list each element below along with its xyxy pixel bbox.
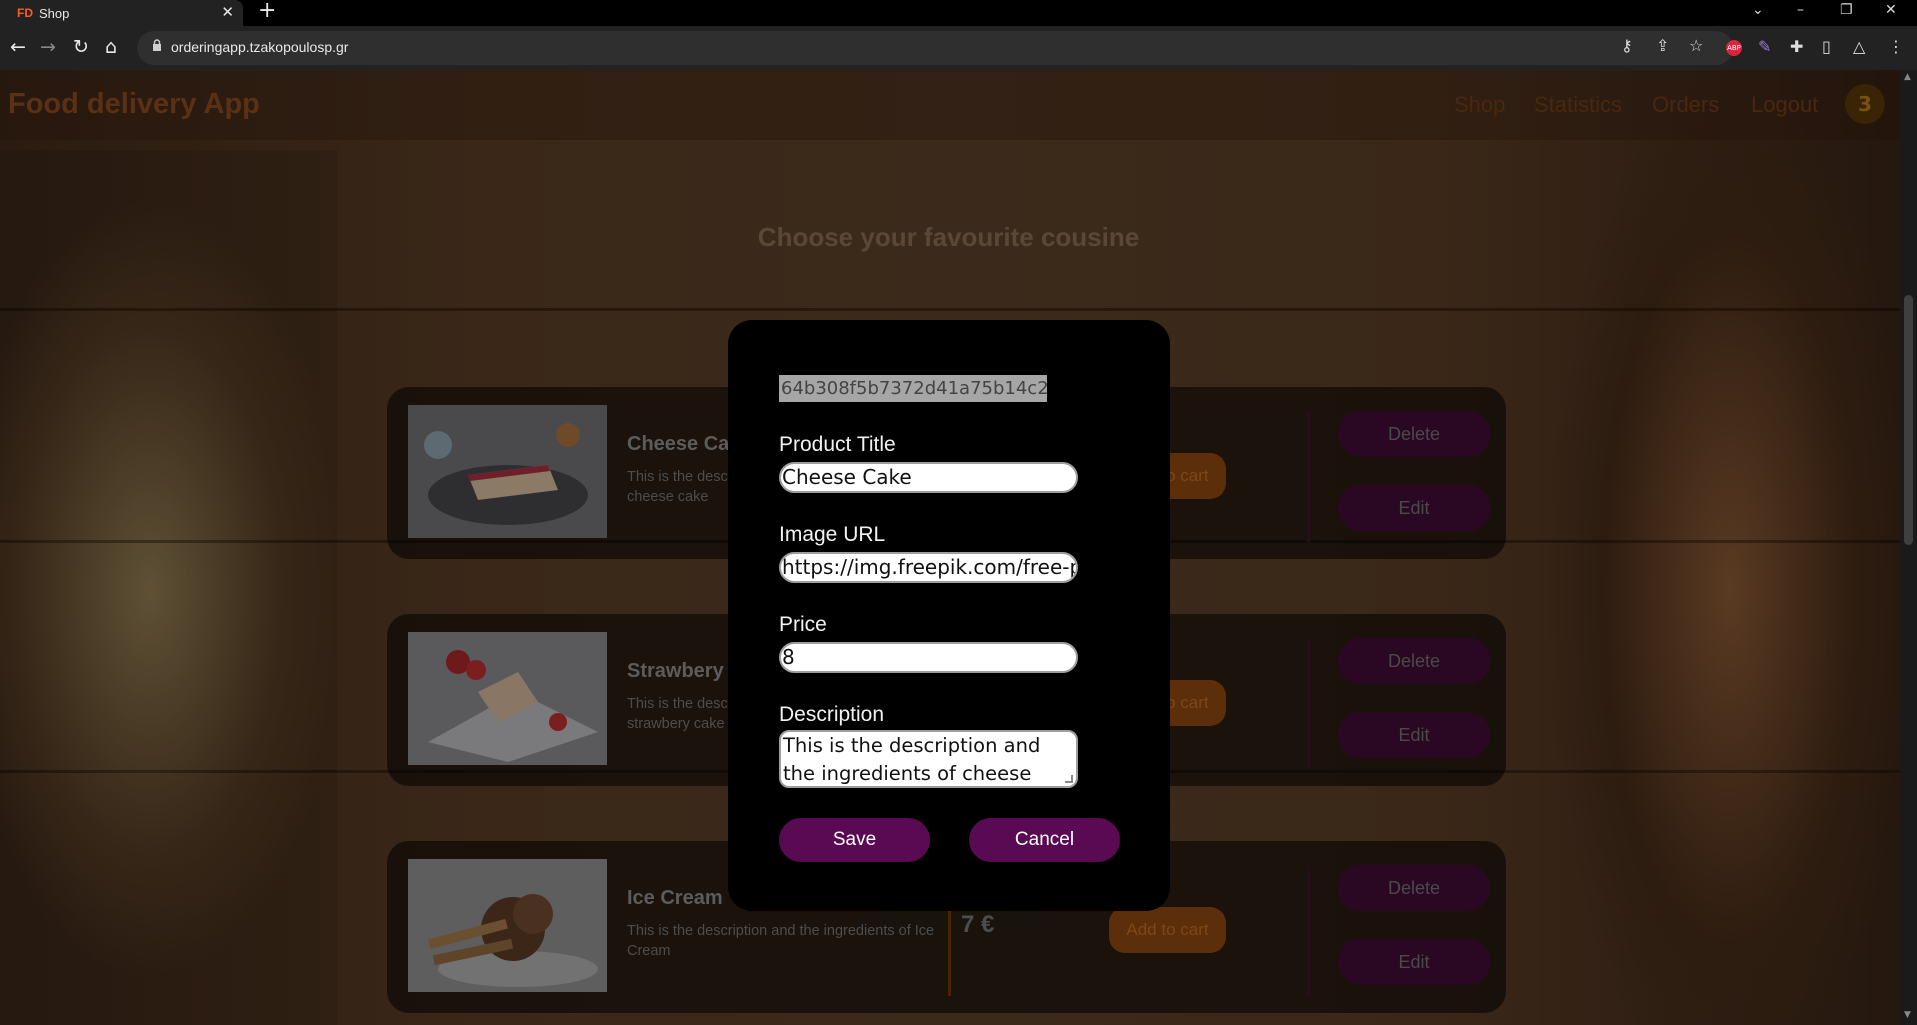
delete-button[interactable]: Delete [1338, 865, 1490, 911]
card-divider [1307, 412, 1310, 542]
save-button[interactable]: Save [779, 818, 930, 862]
scroll-thumb[interactable] [1904, 295, 1913, 545]
home-icon[interactable]: ⌂ [105, 36, 117, 58]
page-scrollbar[interactable]: ▲ ▼ [1900, 70, 1917, 1025]
description-label: Description [779, 703, 885, 726]
card-divider [1307, 866, 1310, 996]
new-tab-button[interactable]: + [258, 0, 276, 22]
left-food-image [0, 150, 337, 1025]
page-background: Food delivery App Shop Statistics Orders… [0, 70, 1917, 1025]
share-icon[interactable]: ⇪ [1656, 37, 1669, 55]
lock-icon [153, 39, 161, 51]
url-text: orderingapp.tzakopoulosp.gr [171, 39, 349, 55]
sidepanel-icon[interactable]: ▯ [1822, 38, 1831, 56]
edit-product-modal: 64b308f5b7372d41a75b14c2 Product Title C… [728, 320, 1170, 911]
cancel-button[interactable]: Cancel [969, 818, 1120, 862]
forward-icon[interactable]: → [40, 36, 56, 58]
reload-icon[interactable]: ↻ [73, 36, 89, 58]
menu-icon[interactable]: ⋮ [1888, 38, 1904, 56]
nav-shop[interactable]: Shop [1454, 92, 1505, 118]
product-image [408, 405, 607, 538]
resize-handle-icon[interactable] [1065, 775, 1073, 783]
star-icon[interactable]: ☆ [1689, 37, 1703, 55]
edit-button[interactable]: Edit [1338, 485, 1490, 531]
card-divider [1307, 639, 1310, 769]
delete-button[interactable]: Delete [1338, 638, 1490, 684]
app-header: Food delivery App Shop Statistics Orders… [0, 70, 1900, 140]
app-brand[interactable]: Food delivery App [8, 88, 260, 121]
product-description: This is the description and the ingredie… [627, 923, 935, 959]
extension-icon[interactable]: ✎ [1758, 38, 1771, 56]
tab-title: Shop [39, 5, 70, 21]
edit-button[interactable]: Edit [1338, 712, 1490, 758]
minimize-icon[interactable]: – [1797, 2, 1804, 18]
key-icon[interactable]: ⚷ [1621, 37, 1633, 55]
close-window-icon[interactable]: ✕ [1885, 2, 1897, 18]
product-image [408, 632, 607, 765]
price-input[interactable]: 8 [779, 642, 1078, 673]
browser-tab-strip: FD Shop ✕ + ⌄ – ❐ ✕ [0, 0, 1917, 26]
image-url-input[interactable]: https://img.freepik.com/free-p [779, 552, 1078, 583]
browser-tab-shop[interactable]: FD Shop ✕ [0, 0, 243, 26]
edit-button[interactable]: Edit [1338, 939, 1490, 985]
description-text: This is the description and the ingredie… [783, 734, 1041, 785]
back-icon[interactable]: ← [10, 36, 26, 58]
address-bar[interactable]: orderingapp.tzakopoulosp.gr ⚷ ⇪ ☆ [137, 31, 1733, 65]
nav-orders[interactable]: Orders [1652, 92, 1719, 118]
adblock-icon[interactable]: ABP [1726, 40, 1742, 56]
nav-statistics[interactable]: Statistics [1534, 92, 1622, 118]
image-url-label: Image URL [779, 523, 886, 546]
section-title: Choose your favourite cousine [757, 222, 1140, 252]
product-title-input[interactable]: Cheese Cake [779, 462, 1078, 493]
product-id-field: 64b308f5b7372d41a75b14c2 [779, 375, 1049, 402]
tab-close-icon[interactable]: ✕ [221, 3, 234, 21]
browser-toolbar: ← → ↻ ⌂ orderingapp.tzakopoulosp.gr ⚷ ⇪ … [0, 26, 1917, 70]
product-price: 7 € [961, 911, 995, 938]
delete-button[interactable]: Delete [1338, 411, 1490, 457]
tab-search-chevron-icon[interactable]: ⌄ [1752, 2, 1764, 18]
cart-count-badge[interactable]: 3 [1845, 84, 1885, 124]
description-textarea[interactable]: This is the description and the ingredie… [779, 730, 1078, 788]
product-image [408, 859, 607, 992]
product-title-label: Product Title [779, 433, 896, 456]
restore-icon[interactable]: ❐ [1840, 2, 1853, 18]
add-to-cart-button[interactable]: Add to cart [1109, 907, 1226, 953]
puzzle-icon[interactable]: ✚ [1790, 38, 1803, 56]
site-favicon-icon: FD [17, 6, 33, 20]
scroll-up-icon[interactable]: ▲ [1904, 72, 1911, 82]
drive-icon[interactable]: △ [1853, 38, 1865, 56]
product-title: Ice Cream [627, 887, 723, 909]
price-label: Price [779, 613, 827, 636]
nav-logout[interactable]: Logout [1751, 92, 1818, 118]
scroll-down-icon[interactable]: ▼ [1904, 1010, 1911, 1020]
